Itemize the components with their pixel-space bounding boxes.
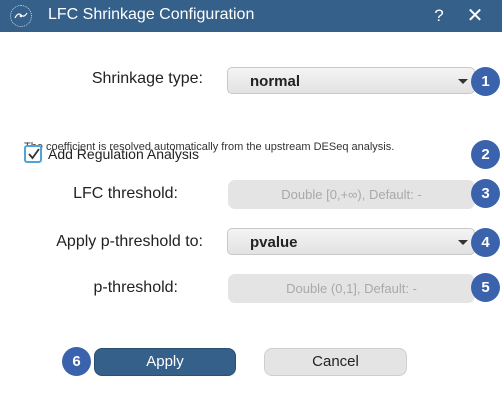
app-logo-icon xyxy=(10,5,32,27)
apply-p-threshold-value: pvalue xyxy=(250,234,298,251)
title-bar: LFC Shrinkage Configuration ? ✕ xyxy=(0,0,502,32)
step-badge-1: 1 xyxy=(471,67,500,96)
step-badge-4: 4 xyxy=(471,228,500,257)
step-badge-3: 3 xyxy=(471,179,500,208)
shrinkage-type-label: Shrinkage type: xyxy=(91,70,203,87)
lfc-threshold-label: LFC threshold: xyxy=(73,185,178,202)
chevron-down-icon xyxy=(458,240,468,245)
help-button[interactable]: ? xyxy=(427,4,451,28)
p-threshold-input[interactable]: Double (0,1], Default: - xyxy=(228,274,475,303)
apply-p-threshold-label: Apply p-threshold to: xyxy=(56,233,203,250)
close-button[interactable]: ✕ xyxy=(463,4,487,28)
step-badge-5: 5 xyxy=(471,273,500,302)
window-title: LFC Shrinkage Configuration xyxy=(48,6,255,23)
regulation-checkbox[interactable] xyxy=(24,145,42,163)
step-badge-6: 6 xyxy=(62,347,91,376)
checkmark-icon xyxy=(28,148,40,160)
apply-p-threshold-select[interactable]: pvalue xyxy=(227,228,475,255)
shrinkage-type-select[interactable]: normal xyxy=(227,67,475,94)
lfc-threshold-input[interactable]: Double [0,+∞), Default: - xyxy=(228,180,475,209)
p-threshold-label: p-threshold: xyxy=(93,279,179,296)
chevron-down-icon xyxy=(458,79,468,84)
step-badge-2: 2 xyxy=(471,140,500,169)
apply-button[interactable]: Apply xyxy=(94,348,236,376)
regulation-checkbox-label[interactable]: Add Regulation Analysis xyxy=(48,146,199,162)
shrinkage-type-value: normal xyxy=(250,73,301,90)
cancel-button[interactable]: Cancel xyxy=(264,348,407,376)
